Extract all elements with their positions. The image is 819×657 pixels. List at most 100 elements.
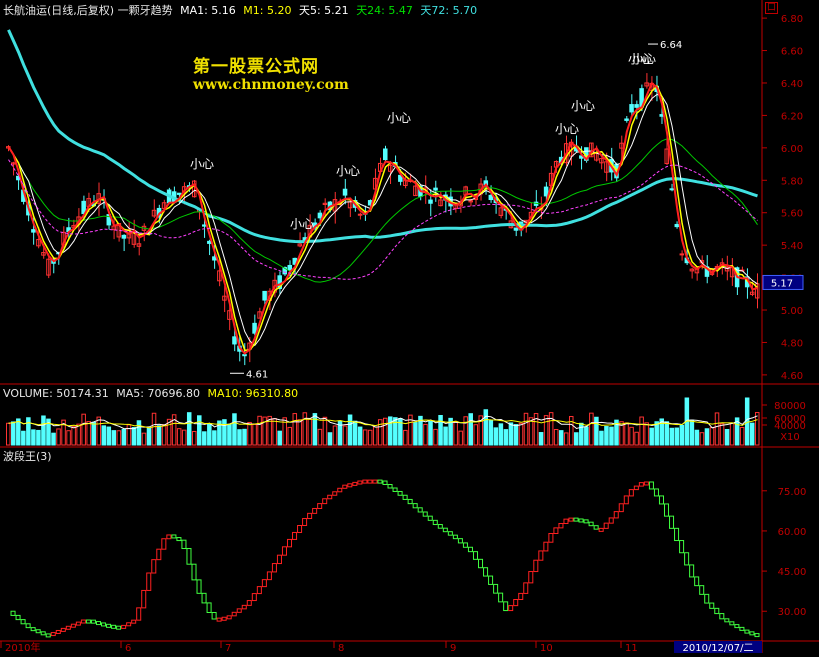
candle-body — [342, 188, 348, 196]
wave-box — [121, 624, 127, 629]
volume-bar — [724, 429, 730, 446]
volume-bar — [362, 429, 368, 446]
volume-bar — [332, 425, 338, 446]
warning-label: 小心 — [387, 111, 411, 125]
wave-box — [528, 571, 534, 584]
wave-box — [412, 503, 418, 509]
volume-bar — [624, 422, 629, 446]
wave-box — [347, 483, 353, 488]
price-tick-label: 4.60 — [781, 371, 803, 382]
volume-bar — [458, 430, 463, 446]
wave-box — [80, 619, 86, 624]
wave-box — [55, 629, 61, 634]
wave-box — [523, 582, 529, 594]
volume-bar — [553, 428, 559, 446]
wave-box — [206, 602, 212, 613]
volume-bar — [518, 422, 524, 446]
volume-bar — [56, 428, 61, 446]
wave-box — [176, 537, 182, 542]
volume-bar — [66, 430, 71, 446]
wave-box — [246, 600, 252, 606]
candle-body — [543, 186, 549, 197]
tian24-value: 天24: 5.47 — [356, 4, 413, 17]
wave-box — [608, 517, 614, 524]
volume-bar — [317, 428, 323, 446]
wave-box — [437, 524, 443, 529]
volume-bar — [584, 426, 589, 446]
trend-dash-line — [8, 159, 758, 280]
wave-box — [719, 613, 725, 620]
wave-box — [35, 629, 41, 634]
wave-box — [397, 490, 403, 496]
wave-box — [467, 546, 473, 553]
wave-box — [251, 593, 257, 602]
volume-bar — [594, 416, 599, 446]
volume-bar — [739, 426, 745, 446]
price-tick-label: 6.00 — [781, 144, 803, 155]
volume-bar — [207, 423, 212, 446]
wave-box — [734, 624, 740, 629]
volume-bar — [237, 429, 242, 446]
wave-box — [201, 592, 207, 604]
wave-box — [553, 527, 559, 535]
volume-bar — [106, 426, 112, 446]
volume-bar — [186, 412, 192, 446]
volume-bar — [664, 421, 670, 446]
volume-bar — [468, 413, 473, 446]
wave-box — [166, 534, 172, 540]
wave-box — [357, 480, 363, 485]
volume-bar — [604, 426, 609, 446]
volume-bar — [599, 430, 604, 446]
volume-bar — [403, 429, 408, 446]
wave-box — [10, 610, 16, 616]
volume-bar — [11, 421, 16, 446]
volume-bar — [202, 431, 207, 446]
volume-bar — [71, 426, 76, 446]
stock-chart-window[interactable]: 6.806.606.406.206.005.805.605.405.205.00… — [0, 0, 819, 654]
high-price-label: 6.64 — [660, 40, 682, 51]
price-tick-label: 5.60 — [781, 209, 803, 220]
date-tick-label: 10 — [540, 643, 553, 653]
volume-bar — [443, 426, 448, 446]
wave-box — [40, 631, 46, 636]
volume-bar — [161, 424, 167, 446]
panel-maximize-button[interactable]: 口 — [765, 2, 779, 14]
current-price-label: 5.17 — [771, 278, 793, 289]
indicator-name: 波段王(3) — [3, 450, 52, 463]
wave-box — [447, 531, 453, 536]
wave-box — [573, 517, 579, 522]
wave-box — [261, 579, 267, 588]
volume-bar — [222, 419, 227, 446]
chart-canvas[interactable]: 6.806.606.406.206.005.805.605.405.205.00… — [0, 0, 819, 654]
volume-bar — [176, 428, 182, 446]
warning-label: 小心 — [290, 217, 314, 231]
wave-box — [709, 602, 715, 609]
warning-label: 小心 — [571, 99, 595, 113]
wave-box — [141, 589, 147, 609]
wave-box — [161, 538, 167, 550]
wave-box — [50, 632, 56, 637]
candle-body — [317, 212, 323, 219]
volume-bar — [347, 414, 353, 446]
wave-box — [704, 593, 710, 604]
date-tick-label: 2010年 — [5, 641, 40, 653]
wave-box — [322, 498, 328, 505]
indicator-panel-header: 波段王(3) — [3, 450, 52, 463]
candle-body — [488, 194, 494, 201]
volume-bar — [629, 426, 634, 446]
watermark-title: 第一股票公式网 — [193, 57, 319, 77]
volume-bar — [383, 417, 388, 446]
volume-bar — [36, 429, 41, 446]
wave-box — [452, 534, 458, 540]
volume-bar — [513, 424, 519, 446]
volume-bar — [463, 416, 468, 446]
volume-bar — [322, 416, 328, 446]
stock-name-title: 长航油运(日线,后复权) 一颗牙趋势 — [3, 4, 173, 17]
candle-body — [629, 104, 634, 113]
volume-bar — [453, 421, 458, 446]
volume-bar — [146, 427, 152, 446]
wave-box — [302, 518, 308, 526]
candle-body — [232, 336, 237, 345]
wave-box — [583, 519, 589, 524]
volume-bar — [488, 419, 494, 446]
